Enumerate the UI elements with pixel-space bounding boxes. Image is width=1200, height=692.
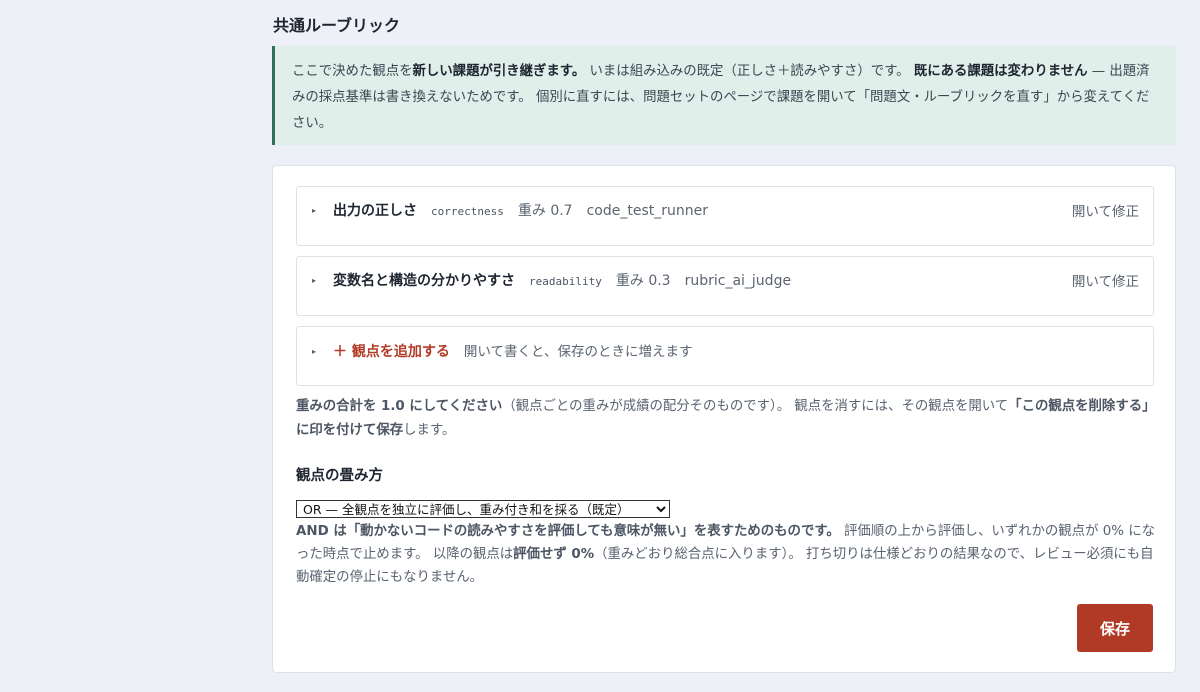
criterion-name: 出力の正しさ [333,203,418,219]
weights-help-text-1: （観点ごとの重みが成績の配分そのものです）。 観点を消すには、その観点を開いて [502,399,1009,414]
save-button[interactable]: 保存 [1077,604,1153,652]
criterion-grader: rubric_ai_judge [684,273,792,289]
notice-text-1: ここで決めた観点を [292,64,413,79]
rubric-card: ▸ 出力の正しさ correctness 重み 0.7 code_test_ru… [272,165,1176,673]
fold-method-help: AND は「動かないコードの読みやすさを評価しても意味が無い」を表すためのもので… [296,520,1156,589]
weights-help-bold-1: 重みの合計を 1.0 にしてください [296,399,503,414]
open-edit-link[interactable]: 開いて修正 [1072,270,1139,290]
criterion-key: correctness [431,205,504,218]
notice-bold-2: 既にある課題は変わりません [913,64,1088,79]
criterion-correctness[interactable]: ▸ 出力の正しさ correctness 重み 0.7 code_test_ru… [296,186,1154,246]
add-criterion[interactable]: ▸ ＋ 観点を追加する 開いて書くと、保存のときに増えます [296,326,1154,386]
info-notice: ここで決めた観点を新しい課題が引き継ぎます。 いまは組み込みの既定（正しさ＋読み… [272,46,1176,145]
add-criterion-hint: 開いて書くと、保存のときに増えます [463,344,693,360]
fold-help-bold-2: 評価せず 0% [513,547,595,562]
criterion-grader: code_test_runner [586,203,708,219]
disclosure-triangle-icon: ▸ [312,206,317,215]
fold-method-select[interactable]: OR — 全観点を独立に評価し、重み付き和を採る（既定） [296,500,670,518]
notice-bold-1: 新しい課題が引き継ぎます。 [412,64,586,79]
weights-help: 重みの合計を 1.0 にしてください（観点ごとの重みが成績の配分そのものです）。… [296,395,1156,443]
notice-text-2: いまは組み込みの既定（正しさ＋読みやすさ）です。 [585,64,914,79]
section-title: 共通ルーブリック [273,16,401,35]
fold-method-title: 観点の畳み方 [296,468,383,484]
weights-help-text-2: します。 [403,423,456,438]
fold-help-bold-1: AND は「動かないコードの読みやすさを評価しても意味が無い」を表すためのもので… [296,524,840,539]
criterion-readability[interactable]: ▸ 変数名と構造の分かりやすさ readability 重み 0.3 rubri… [296,256,1154,316]
add-criterion-label: ＋ 観点を追加する [333,344,450,360]
criterion-weight: 重み 0.3 [615,273,671,289]
criterion-weight: 重み 0.7 [517,203,573,219]
disclosure-triangle-icon: ▸ [312,347,317,356]
criterion-key: readability [529,275,602,288]
disclosure-triangle-icon: ▸ [312,276,317,285]
criterion-name: 変数名と構造の分かりやすさ [333,273,516,289]
open-edit-link[interactable]: 開いて修正 [1072,200,1139,220]
